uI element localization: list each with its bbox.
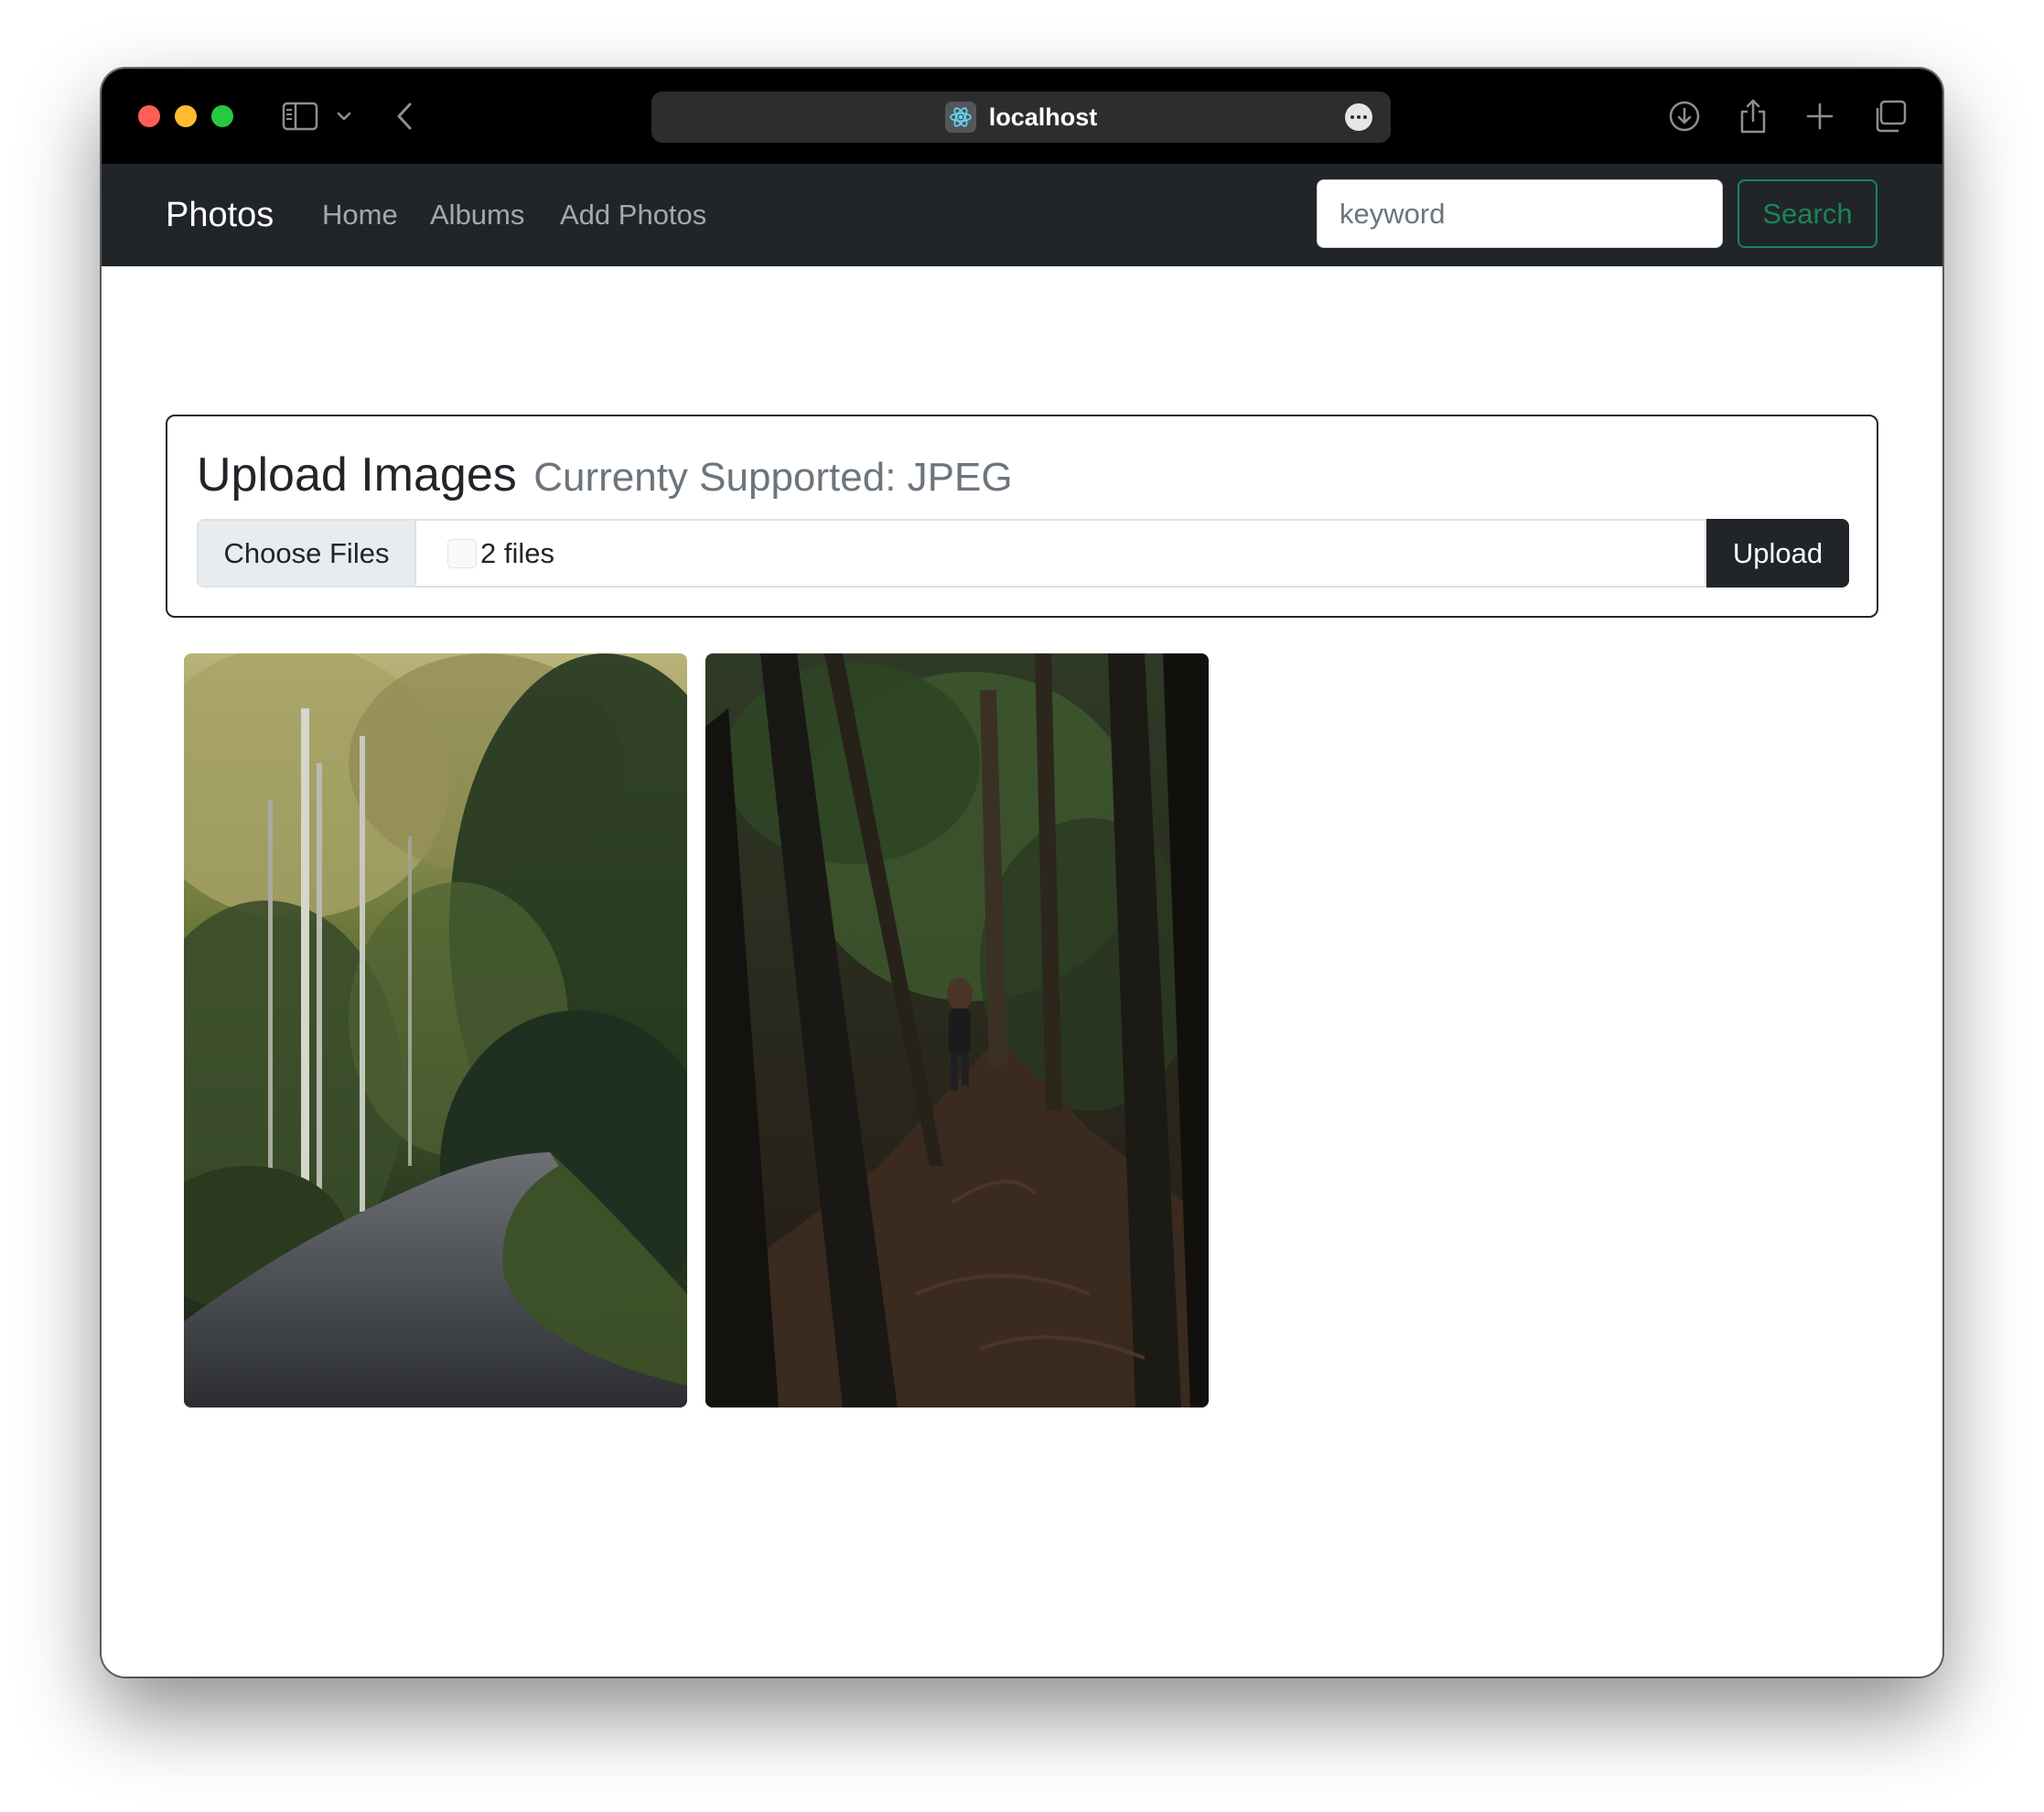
upload-subtitle: Currenty Supported: JPEG	[533, 455, 1013, 500]
photo-thumbnail-woods-hiker[interactable]	[705, 653, 1209, 1408]
tabs-overview-icon[interactable]	[1871, 98, 1908, 135]
file-count-label: 2 files	[480, 536, 554, 569]
nav-link-home[interactable]: Home	[322, 164, 398, 266]
navbar-brand[interactable]: Photos	[166, 164, 274, 266]
file-input[interactable]: Choose Files 2 files	[197, 519, 1706, 588]
nav-link-albums[interactable]: Albums	[430, 164, 524, 266]
download-icon[interactable]	[1666, 98, 1703, 135]
minimize-window-button[interactable]	[175, 105, 197, 127]
address-bar[interactable]: localhost	[651, 92, 1391, 143]
search-button[interactable]: Search	[1737, 179, 1877, 248]
choose-files-button[interactable]: Choose Files	[199, 521, 416, 586]
upload-card: Upload Images Currenty Supported: JPEG C…	[166, 415, 1878, 618]
photo-thumbnail-forest-path[interactable]	[184, 653, 687, 1408]
upload-title: Upload Images	[197, 448, 517, 502]
chevron-down-icon[interactable]	[334, 98, 354, 135]
app-navbar: Photos Home Albums Add Photos Search	[102, 164, 1942, 266]
upload-button[interactable]: Upload	[1706, 519, 1849, 588]
nav-link-add-photos[interactable]: Add Photos	[560, 164, 706, 266]
zoom-window-button[interactable]	[211, 105, 233, 127]
back-icon[interactable]	[393, 98, 416, 135]
address-text: localhost	[988, 102, 1098, 131]
sidebar-icon[interactable]	[281, 98, 319, 135]
search-input[interactable]	[1317, 179, 1723, 248]
more-icon[interactable]	[1345, 103, 1372, 131]
share-icon[interactable]	[1737, 98, 1770, 135]
new-tab-icon[interactable]	[1803, 98, 1836, 135]
react-icon	[944, 102, 976, 133]
close-window-button[interactable]	[138, 105, 160, 127]
browser-toolbar: localhost	[102, 69, 1942, 164]
browser-window: localhost Photos Home Albums Add Photos …	[102, 69, 1942, 1677]
file-icon	[447, 538, 477, 568]
upload-heading: Upload Images Currenty Supported: JPEG	[197, 448, 1013, 502]
